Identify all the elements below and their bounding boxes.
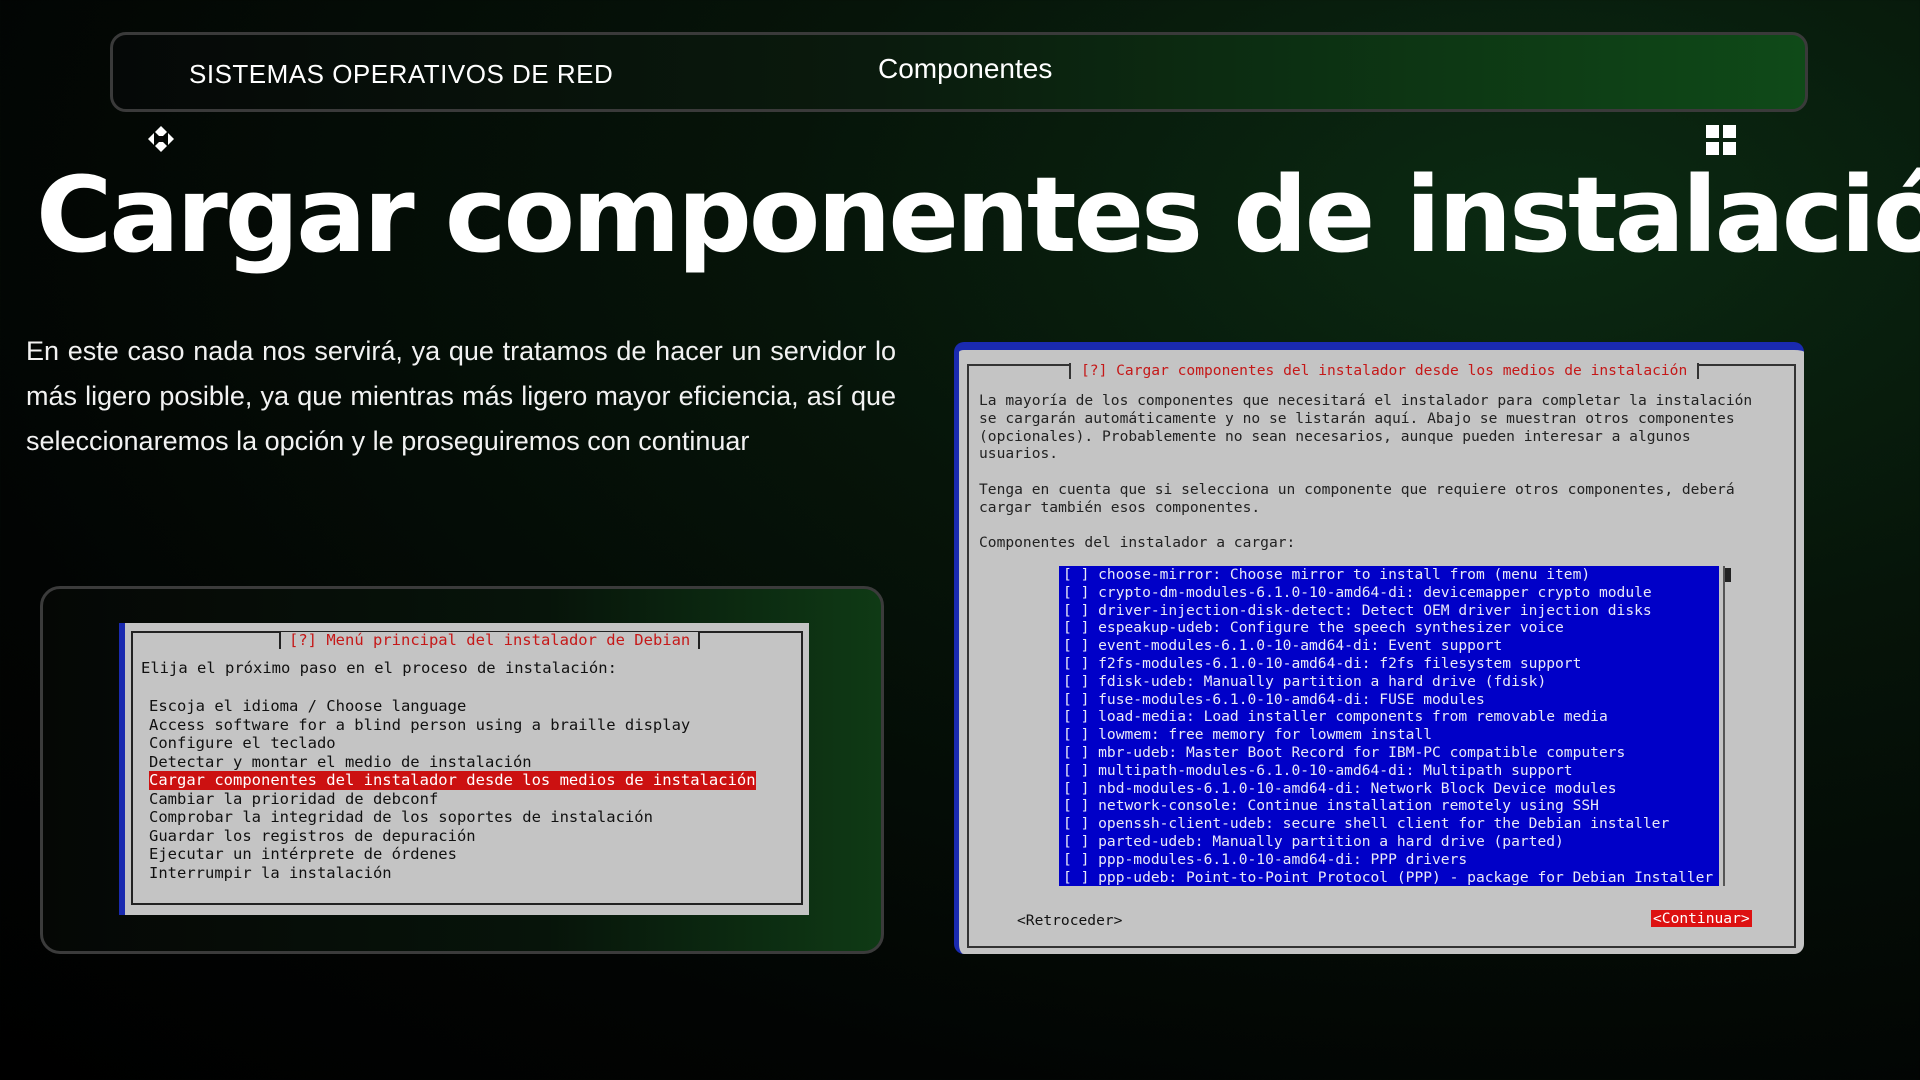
menu-item-debconf-priority[interactable]: Cambiar la prioridad de debconf xyxy=(149,790,756,809)
paragraph-1: La mayoría de los componentes que necesi… xyxy=(979,392,1753,463)
menu-screenshot-panel: [?] Menú principal del instalador de Deb… xyxy=(40,586,884,954)
dialog-title: [?] Menú principal del instalador de Deb… xyxy=(279,632,701,649)
menu-item-load-components[interactable]: Cargar componentes del instalador desde … xyxy=(149,771,756,790)
menu-item-braille[interactable]: Access software for a blind person using… xyxy=(149,716,756,735)
component-checkbox[interactable]: [ ] choose-mirror: Choose mirror to inst… xyxy=(1063,566,1719,584)
menu-intro: Elija el próximo paso en el proceso de i… xyxy=(141,659,617,677)
component-checkbox[interactable]: [ ] event-modules-6.1.0-10-amd64-di: Eve… xyxy=(1063,637,1719,655)
section-title: Componentes xyxy=(878,53,1053,84)
scrollbar-thumb[interactable] xyxy=(1725,568,1731,582)
component-checkbox[interactable]: [ ] network-console: Continue installati… xyxy=(1063,797,1719,815)
listbox-scrollbar[interactable] xyxy=(1723,566,1733,886)
dialog-title: [?] Cargar componentes del instalador de… xyxy=(1069,363,1700,379)
header-bar: SISTEMAS OPERATIVOS DE RED Componentes xyxy=(110,32,1808,112)
component-checkbox[interactable]: [ ] parted-udeb: Manually partition a ha… xyxy=(1063,833,1719,851)
component-checkbox[interactable]: [ ] openssh-client-udeb: secure shell cl… xyxy=(1063,815,1719,833)
dialog-body: La mayoría de los componentes que necesi… xyxy=(979,392,1779,552)
component-checkbox[interactable]: [ ] nbd-modules-6.1.0-10-amd64-di: Netwo… xyxy=(1063,780,1719,798)
component-checkbox[interactable]: [ ] load-media: Load installer component… xyxy=(1063,708,1719,726)
menu-item-shell[interactable]: Ejecutar un intérprete de órdenes xyxy=(149,845,756,864)
page-title: Cargar componentes de instalación xyxy=(36,154,1920,276)
paragraph-2: Tenga en cuenta que si selecciona un com… xyxy=(979,480,1735,516)
component-checkbox[interactable]: [ ] ppp-udeb: Point-to-Point Protocol (P… xyxy=(1063,869,1719,886)
component-checkbox[interactable]: [ ] lowmem: free memory for lowmem insta… xyxy=(1063,726,1719,744)
component-checkbox[interactable]: [ ] fuse-modules-6.1.0-10-amd64-di: FUSE… xyxy=(1063,691,1719,709)
continue-button[interactable]: <Continuar> xyxy=(1651,910,1752,927)
description-text: En este caso nada nos servirá, ya que tr… xyxy=(26,336,896,456)
components-listbox[interactable]: [ ] choose-mirror: Choose mirror to inst… xyxy=(1059,566,1719,886)
components-screenshot-window: [?] Cargar componentes del instalador de… xyxy=(954,342,1804,954)
menu-item-detect-media[interactable]: Detectar y montar el medio de instalació… xyxy=(149,753,756,772)
course-title: SISTEMAS OPERATIVOS DE RED xyxy=(189,59,614,89)
component-checkbox[interactable]: [ ] driver-injection-disk-detect: Detect… xyxy=(1063,602,1719,620)
grid-icon xyxy=(1706,125,1736,155)
component-checkbox[interactable]: [ ] crypto-dm-modules-6.1.0-10-amd64-di:… xyxy=(1063,584,1719,602)
component-checkbox[interactable]: [ ] espeakup-udeb: Configure the speech … xyxy=(1063,619,1719,637)
back-button[interactable]: <Retroceder> xyxy=(1017,912,1122,929)
component-checkbox[interactable]: [ ] multipath-modules-6.1.0-10-amd64-di:… xyxy=(1063,762,1719,780)
component-checkbox[interactable]: [ ] fdisk-udeb: Manually partition a har… xyxy=(1063,673,1719,691)
installer-menu-list: Escoja el idioma / Choose language Acces… xyxy=(149,697,756,882)
menu-item-keyboard[interactable]: Configure el teclado xyxy=(149,734,756,753)
diamond-arrows-icon xyxy=(148,126,174,152)
menu-item-language[interactable]: Escoja el idioma / Choose language xyxy=(149,697,756,716)
component-checkbox[interactable]: [ ] ppp-modules-6.1.0-10-amd64-di: PPP d… xyxy=(1063,851,1719,869)
list-label: Componentes del instalador a cargar: xyxy=(979,534,1296,552)
component-checkbox[interactable]: [ ] f2fs-modules-6.1.0-10-amd64-di: f2fs… xyxy=(1063,655,1719,673)
component-checkbox[interactable]: [ ] mbr-udeb: Master Boot Record for IBM… xyxy=(1063,744,1719,762)
menu-item-save-logs[interactable]: Guardar los registros de depuración xyxy=(149,827,756,846)
menu-item-abort[interactable]: Interrumpir la instalación xyxy=(149,864,756,883)
installer-menu-window: [?] Menú principal del instalador de Deb… xyxy=(119,623,809,915)
menu-item-check-media[interactable]: Comprobar la integridad de los soportes … xyxy=(149,808,756,827)
components-list: [ ] choose-mirror: Choose mirror to inst… xyxy=(1059,566,1719,886)
